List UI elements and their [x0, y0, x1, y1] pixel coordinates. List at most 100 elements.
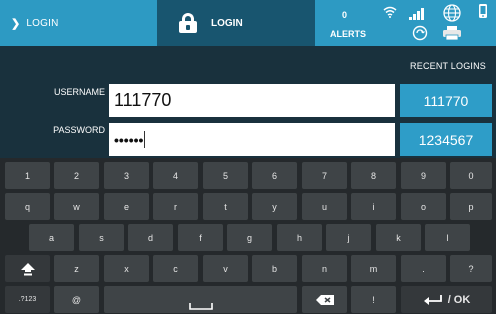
alerts-count: 0	[342, 10, 348, 20]
symbols-key[interactable]: .?123	[5, 286, 50, 313]
key-label: e	[123, 201, 129, 212]
key-label: ?	[468, 263, 474, 274]
backspace-icon	[315, 294, 334, 305]
back-button[interactable]: ❯ LOGIN	[0, 0, 157, 46]
key-label: g	[246, 232, 252, 243]
key-0[interactable]: 0	[450, 162, 492, 189]
key-7[interactable]: 7	[302, 162, 347, 189]
key-w[interactable]: w	[54, 193, 99, 220]
key-2[interactable]: 2	[54, 162, 99, 189]
key-4[interactable]: 4	[153, 162, 198, 189]
key-label: p	[468, 201, 474, 212]
key-label: w	[73, 201, 80, 212]
key-q[interactable]: q	[5, 193, 50, 220]
key-k[interactable]: k	[376, 224, 421, 251]
key-label: 4	[172, 170, 178, 181]
key-b[interactable]: b	[252, 255, 297, 282]
key-a[interactable]: a	[29, 224, 74, 251]
key-x[interactable]: x	[104, 255, 149, 282]
password-value: ••••••	[114, 131, 144, 148]
key-n[interactable]: n	[302, 255, 347, 282]
key-r[interactable]: r	[153, 193, 198, 220]
key-label: 7	[321, 170, 327, 181]
key-label: b	[271, 263, 277, 274]
key-u[interactable]: u	[302, 193, 347, 220]
enter-ok-key[interactable]: / OK	[401, 286, 492, 313]
key-label: i	[372, 201, 375, 212]
phone-icon	[479, 4, 487, 18]
backspace-key[interactable]	[302, 286, 347, 313]
printer-icon[interactable]	[442, 25, 462, 41]
shift-icon	[20, 262, 35, 275]
key-i[interactable]: i	[351, 193, 396, 220]
key-label: .?123	[18, 296, 37, 303]
password-label: PASSWORD	[53, 125, 105, 135]
enter-arrow-icon	[423, 294, 442, 305]
key-label: 6	[271, 170, 277, 181]
lock-icon	[179, 13, 197, 33]
key-o[interactable]: o	[401, 193, 446, 220]
alerts-panel[interactable]: 0 ALERTS	[315, 0, 496, 46]
key-j[interactable]: j	[326, 224, 371, 251]
key-8[interactable]: 8	[351, 162, 396, 189]
key-d[interactable]: d	[128, 224, 173, 251]
recent-login-button[interactable]: 111770	[400, 84, 492, 117]
key-e[interactable]: e	[104, 193, 149, 220]
key-label: h	[296, 232, 302, 243]
key-label: n	[321, 263, 327, 274]
key-label: x	[124, 263, 129, 274]
key-label: f	[199, 232, 202, 243]
key-label: !	[372, 294, 375, 305]
key-label: 8	[370, 170, 376, 181]
key-v[interactable]: v	[203, 255, 248, 282]
shift-key[interactable]	[5, 255, 50, 282]
key-label: a	[48, 232, 54, 243]
wifi-icon	[383, 6, 397, 18]
space-key[interactable]	[104, 286, 297, 313]
key-f[interactable]: f	[178, 224, 223, 251]
password-field[interactable]: ••••••	[109, 123, 395, 156]
key-label: v	[223, 263, 228, 274]
username-label: USERNAME	[53, 87, 105, 97]
key-label: y	[272, 201, 277, 212]
sync-icon[interactable]	[412, 25, 428, 41]
key-label: m	[369, 263, 378, 274]
key-h[interactable]: h	[277, 224, 322, 251]
key-z[interactable]: z	[54, 255, 99, 282]
key-3[interactable]: 3	[104, 162, 149, 189]
page-title: LOGIN	[211, 17, 243, 29]
key-y[interactable]: y	[252, 193, 297, 220]
key-s[interactable]: s	[79, 224, 124, 251]
globe-icon[interactable]	[443, 4, 461, 22]
chevron-right-icon: ❯	[11, 17, 21, 30]
key-p[interactable]: p	[450, 193, 492, 220]
key-label: s	[99, 232, 104, 243]
key-at[interactable]: @	[54, 286, 99, 313]
key-c[interactable]: c	[153, 255, 198, 282]
key-1[interactable]: 1	[5, 162, 50, 189]
key-label: @	[71, 294, 82, 305]
alerts-label: ALERTS	[330, 29, 366, 39]
key-5[interactable]: 5	[203, 162, 248, 189]
key-label: q	[24, 201, 30, 212]
recent-login-button[interactable]: 1234567	[400, 123, 492, 156]
key-question[interactable]: ?	[450, 255, 492, 282]
key-label: k	[396, 232, 401, 243]
username-value: 111770	[114, 90, 172, 110]
key-t[interactable]: t	[203, 193, 248, 220]
cellular-signal-icon	[409, 8, 427, 20]
key-label: .	[422, 263, 425, 274]
recent-login-value: 1234567	[418, 131, 474, 148]
key-g[interactable]: g	[227, 224, 272, 251]
key-label: 2	[73, 170, 79, 181]
login-form: RECENT LOGINS USERNAME 111770 PASSWORD •…	[0, 46, 496, 158]
key-period[interactable]: .	[401, 255, 446, 282]
on-screen-keyboard: 1 2 3 4 5 6 7 8 9 0 q w e r t y u i o p …	[0, 158, 496, 314]
key-label: t	[224, 201, 227, 212]
key-m[interactable]: m	[351, 255, 396, 282]
key-6[interactable]: 6	[252, 162, 297, 189]
key-9[interactable]: 9	[401, 162, 446, 189]
username-field[interactable]: 111770	[109, 84, 395, 117]
key-exclamation[interactable]: !	[351, 286, 396, 313]
key-l[interactable]: l	[425, 224, 470, 251]
